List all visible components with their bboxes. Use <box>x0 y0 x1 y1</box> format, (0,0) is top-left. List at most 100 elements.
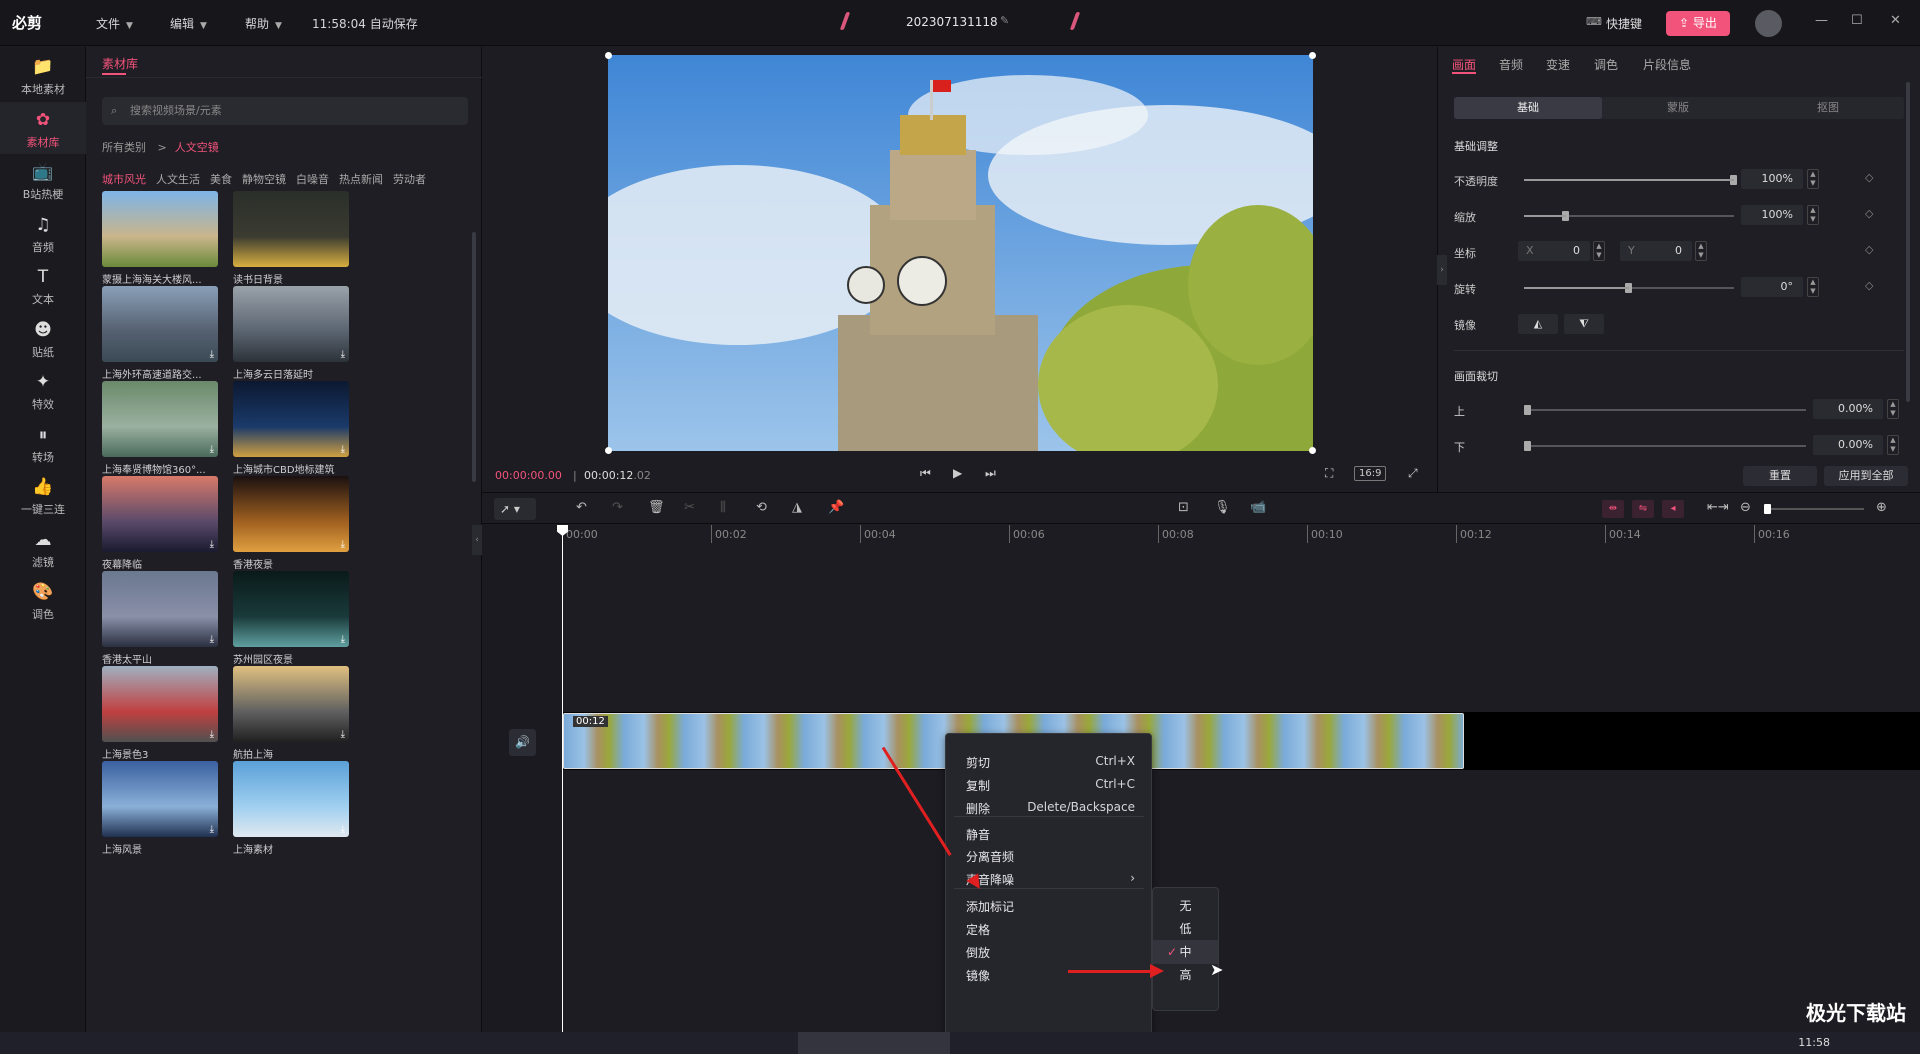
category-item[interactable]: 城市风光 <box>102 173 146 186</box>
download-icon[interactable]: ⤓ <box>341 729 345 740</box>
asset-thumbnail[interactable]: ⤓ <box>233 761 349 837</box>
opacity-stepper[interactable]: ▲ ▼ <box>1807 169 1819 189</box>
library-scrollbar[interactable] <box>472 232 476 482</box>
nav-item[interactable]: ✦ 特效 <box>0 364 86 416</box>
menu-file[interactable]: 文件 ▼ <box>96 15 133 32</box>
asset-thumbnail[interactable] <box>233 191 349 267</box>
props-tab[interactable]: 变速 <box>1546 56 1570 73</box>
library-tab[interactable]: 素材库 <box>102 55 138 72</box>
asset-thumbnail[interactable]: ⤓ <box>102 666 218 742</box>
props-tab[interactable]: 片段信息 <box>1643 56 1691 73</box>
nav-item[interactable]: ✿ 素材库 <box>0 101 86 154</box>
project-title[interactable]: 202307131118 <box>906 15 998 29</box>
replace-icon[interactable]: ⟲ <box>756 500 767 515</box>
download-icon[interactable]: ⤓ <box>210 634 214 645</box>
download-icon[interactable]: ⤓ <box>341 349 345 360</box>
position-x-stepper[interactable]: ▲ ▼ <box>1593 241 1605 261</box>
zoom-in-icon[interactable]: ⊕ <box>1876 500 1887 515</box>
download-icon[interactable]: ⤓ <box>210 444 214 455</box>
play-icon[interactable]: ▶ <box>953 466 962 480</box>
download-icon[interactable]: ⤓ <box>341 539 345 550</box>
asset-thumbnail[interactable]: ⤓ <box>233 571 349 647</box>
context-menu-item[interactable]: 静音 <box>946 822 1151 844</box>
scale-stepper[interactable]: ▲ ▼ <box>1807 205 1819 225</box>
asset-thumbnail[interactable]: ⤓ <box>102 761 218 837</box>
crop-icon[interactable]: ⛶ <box>1325 466 1333 481</box>
scale-slider[interactable] <box>1524 211 1734 221</box>
position-x-field[interactable]: X0 <box>1518 241 1590 261</box>
resize-handle[interactable] <box>605 447 612 454</box>
category-item[interactable]: 静物空镜 <box>242 173 286 186</box>
opacity-slider[interactable] <box>1524 175 1737 185</box>
close-button[interactable]: ✕ <box>1890 13 1901 28</box>
magnet-icon[interactable]: ⇋ <box>1632 500 1654 518</box>
aspect-ratio-button[interactable]: 16:9 <box>1354 466 1387 481</box>
download-icon[interactable]: ⤓ <box>341 444 345 455</box>
asset-thumbnail[interactable]: ⤓ <box>233 286 349 362</box>
taskbar-active-app[interactable] <box>798 1032 950 1054</box>
download-icon[interactable]: ⤓ <box>210 539 214 550</box>
split-icon[interactable]: ✂ <box>684 500 695 515</box>
props-tab[interactable]: 画面 <box>1452 56 1476 73</box>
asset-thumbnail[interactable]: ⤓ <box>102 571 218 647</box>
mirror-icon[interactable]: ◮ <box>792 500 802 515</box>
undo-icon[interactable]: ↶ <box>576 500 587 515</box>
mirror-vertical-icon[interactable]: ⧨ <box>1564 314 1604 334</box>
asset-thumbnail[interactable]: ⤓ <box>102 476 218 552</box>
category-item[interactable]: 人文生活 <box>156 173 200 186</box>
trim-icon[interactable]: ⫼ <box>720 500 726 515</box>
auto-caption-icon[interactable]: ⊡ <box>1178 500 1189 515</box>
nav-item[interactable]: ☻ 贴纸 <box>0 312 86 364</box>
opacity-value[interactable]: 100% <box>1741 169 1803 189</box>
prev-frame-icon[interactable]: ⏮ <box>920 466 931 481</box>
crop-top-slider[interactable] <box>1524 405 1806 415</box>
menu-edit[interactable]: 编辑 ▼ <box>170 15 207 32</box>
link-track-icon[interactable]: ⇹ <box>1602 500 1624 518</box>
fit-timeline-icon[interactable]: ⇤⇥ <box>1707 500 1729 515</box>
microphone-icon[interactable]: 🎙 <box>1214 500 1231 515</box>
nav-item[interactable]: ☁ 滤镜 <box>0 522 86 574</box>
nav-item[interactable]: 📁 本地素材 <box>0 49 86 101</box>
search-input[interactable]: ⌕ 搜索视频场景/元素 <box>102 97 468 125</box>
zoom-slider[interactable] <box>1764 504 1864 514</box>
mirror-horizontal-icon[interactable]: ◭ <box>1518 314 1558 334</box>
apply-all-button[interactable]: 应用到全部 <box>1824 466 1908 486</box>
nav-item[interactable]: 🎨 调色 <box>0 574 86 626</box>
context-menu-item[interactable]: 分离音频 <box>946 844 1151 866</box>
camera-icon[interactable]: 📹 <box>1250 500 1266 515</box>
seg-basic[interactable]: 基础 <box>1454 97 1602 119</box>
asset-thumbnail[interactable]: ⤓ <box>233 381 349 457</box>
playhead[interactable] <box>562 525 563 1032</box>
export-button[interactable]: ⇪ 导出 <box>1666 11 1730 36</box>
minimize-button[interactable]: — <box>1815 13 1828 28</box>
context-menu-item[interactable]: 剪切 Ctrl+X <box>946 750 1151 772</box>
collapse-library-icon[interactable]: ‹ <box>472 525 482 555</box>
resize-handle[interactable] <box>605 52 612 59</box>
crop-bottom-value[interactable]: 0.00% <box>1813 435 1883 455</box>
props-scrollbar[interactable] <box>1906 82 1910 402</box>
seg-mask[interactable]: 蒙版 <box>1604 97 1752 119</box>
download-icon[interactable]: ⤓ <box>210 729 214 740</box>
rotate-stepper[interactable]: ▲ ▼ <box>1807 277 1819 297</box>
keyframe-icon[interactable]: ◇ <box>1865 279 1873 292</box>
nav-item[interactable]: T 文本 <box>0 259 86 311</box>
position-y-field[interactable]: Y0 <box>1620 241 1692 261</box>
crop-top-stepper[interactable]: ▲ ▼ <box>1887 399 1899 419</box>
asset-thumbnail[interactable]: ⤓ <box>233 476 349 552</box>
denoise-option[interactable]: ✓ 中 <box>1153 940 1218 964</box>
keyframe-icon[interactable]: ◇ <box>1865 171 1873 184</box>
slider-knob[interactable] <box>1524 405 1531 415</box>
scale-value[interactable]: 100% <box>1741 205 1803 225</box>
hotkey-button[interactable]: 快捷键 <box>1606 15 1642 32</box>
zoom-out-icon[interactable]: ⊖ <box>1740 500 1751 515</box>
context-menu-item[interactable]: 镜像 <box>946 963 1151 985</box>
reset-button[interactable]: 重置 <box>1743 466 1817 486</box>
select-tool-icon[interactable]: ➚ ▾ <box>494 498 536 520</box>
context-menu-item[interactable]: 添加标记 <box>946 894 1151 916</box>
nav-item[interactable]: 👍 一键三连 <box>0 469 86 521</box>
rotate-slider[interactable] <box>1524 283 1734 293</box>
crop-bottom-slider[interactable] <box>1524 441 1806 451</box>
context-menu-item[interactable]: 倒放 <box>946 940 1151 962</box>
fullscreen-icon[interactable]: ⤢ <box>1408 466 1418 481</box>
redo-icon[interactable]: ↷ <box>612 500 623 515</box>
